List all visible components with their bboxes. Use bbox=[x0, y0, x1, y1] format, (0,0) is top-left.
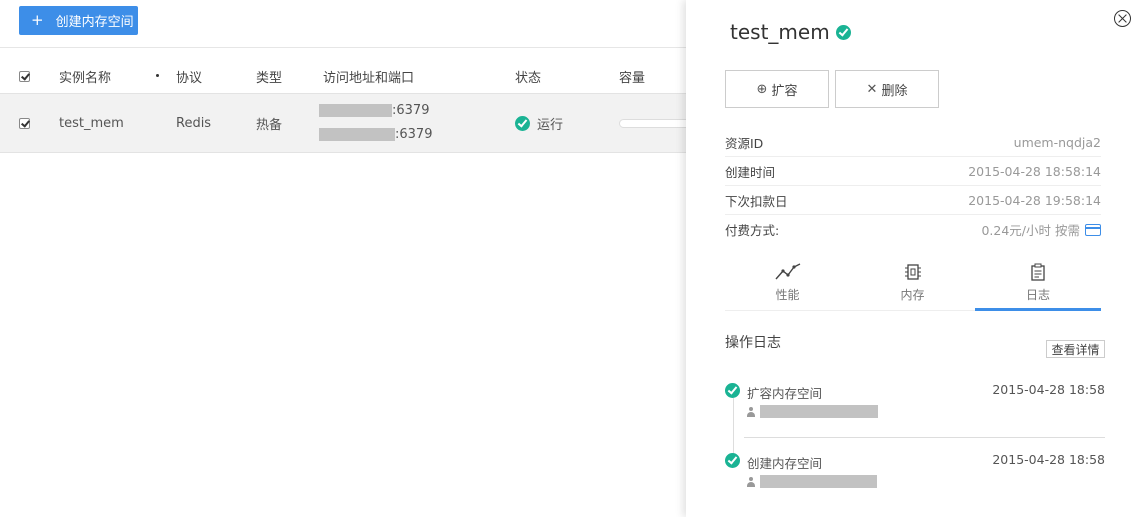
detail-panel: test_mem ⊕ 扩容 ✕ 删除 资源ID umem-nqdja2 创建时间… bbox=[686, 0, 1140, 517]
view-details-button[interactable]: 查看详情 bbox=[1046, 340, 1105, 358]
select-all-checkbox[interactable] bbox=[19, 60, 30, 93]
check-circle-icon bbox=[835, 24, 851, 40]
create-button-label: 创建内存空间 bbox=[55, 15, 134, 30]
col-protocol: 协议 bbox=[176, 71, 203, 86]
expand-button[interactable]: ⊕ 扩容 bbox=[725, 70, 829, 108]
col-address: 访问地址和端口 bbox=[323, 71, 415, 86]
info-key: 资源ID bbox=[725, 135, 764, 151]
create-memory-space-button[interactable]: + 创建内存空间 bbox=[19, 6, 138, 35]
instance-type: 热备 bbox=[256, 117, 283, 133]
log-divider bbox=[744, 437, 1105, 438]
log-item-time: 2015-04-28 18:58 bbox=[992, 452, 1105, 467]
credit-card-icon[interactable] bbox=[1085, 223, 1101, 236]
tab-memory[interactable]: 内存 bbox=[850, 258, 975, 311]
detail-tabs: 性能 内存 日志 bbox=[725, 258, 1101, 311]
info-key: 付费方式: bbox=[725, 223, 780, 238]
clipboard-icon bbox=[1031, 263, 1045, 281]
info-value: 2015-04-28 19:58:14 bbox=[968, 192, 1101, 208]
close-icon[interactable] bbox=[1114, 10, 1131, 27]
close-x-icon: ✕ bbox=[866, 81, 878, 97]
col-type: 类型 bbox=[256, 71, 283, 86]
tab-label: 日志 bbox=[1025, 288, 1050, 302]
col-status: 状态 bbox=[515, 71, 542, 86]
info-key: 创建时间 bbox=[725, 164, 776, 180]
expand-button-label: 扩容 bbox=[771, 83, 798, 99]
masked-user bbox=[760, 405, 878, 418]
info-value: umem-nqdja2 bbox=[1013, 134, 1101, 150]
tab-performance[interactable]: 性能 bbox=[725, 258, 850, 311]
info-billing: 付费方式: 0.24元/小时 按需 bbox=[725, 215, 1101, 244]
toolbar-divider bbox=[0, 47, 686, 48]
info-create-time: 创建时间 2015-04-28 18:58:14 bbox=[725, 157, 1101, 186]
log-item-time: 2015-04-28 18:58 bbox=[992, 382, 1105, 397]
col-name: 实例名称 bbox=[59, 71, 112, 86]
address-port-2: :6379 bbox=[395, 126, 433, 142]
address-port-1: :6379 bbox=[392, 102, 430, 118]
tab-log[interactable]: 日志 bbox=[975, 258, 1101, 311]
chip-icon bbox=[904, 264, 921, 280]
delete-button[interactable]: ✕ 删除 bbox=[835, 70, 939, 108]
log-item-name: 创建内存空间 bbox=[747, 456, 823, 471]
check-circle-icon bbox=[725, 453, 740, 468]
log-item-user bbox=[747, 405, 878, 418]
instance-list-area: + 创建内存空间 实例名称 协议 类型 访问地址和端口 状态 容量 test_m… bbox=[0, 0, 699, 517]
masked-user bbox=[760, 475, 877, 488]
panel-title: test_mem bbox=[730, 20, 851, 44]
check-circle-icon bbox=[725, 383, 740, 398]
info-next-charge: 下次扣款日 2015-04-28 19:58:14 bbox=[725, 186, 1101, 215]
info-value: 0.24元/小时 按需 bbox=[981, 223, 1080, 238]
instance-status: 运行 bbox=[515, 94, 563, 152]
log-item: 创建内存空间 2015-04-28 18:58 bbox=[725, 452, 1105, 493]
instance-protocol: Redis bbox=[176, 115, 212, 131]
table-header: 实例名称 协议 类型 访问地址和端口 状态 容量 bbox=[0, 60, 686, 93]
status-text: 运行 bbox=[537, 117, 564, 133]
instance-name[interactable]: test_mem bbox=[59, 94, 124, 152]
user-icon bbox=[747, 476, 755, 487]
log-item-user bbox=[747, 475, 877, 488]
plus-icon: + bbox=[31, 11, 44, 29]
line-chart-icon bbox=[774, 263, 800, 280]
info-value: 2015-04-28 18:58:14 bbox=[968, 163, 1101, 179]
plus-circle-icon: ⊕ bbox=[756, 81, 768, 97]
log-item-name: 扩容内存空间 bbox=[747, 386, 823, 401]
info-resource-id: 资源ID umem-nqdja2 bbox=[725, 128, 1101, 157]
delete-button-label: 删除 bbox=[881, 83, 908, 99]
panel-title-text: test_mem bbox=[730, 20, 830, 44]
log-title: 操作日志 bbox=[725, 335, 781, 351]
address-line-1: :6379 bbox=[319, 102, 429, 118]
tab-label: 性能 bbox=[775, 288, 800, 302]
masked-address bbox=[319, 103, 392, 117]
sort-indicator-icon[interactable] bbox=[156, 74, 159, 77]
check-circle-icon bbox=[515, 115, 530, 131]
info-value-wrap: 0.24元/小时 按需 bbox=[981, 220, 1101, 239]
user-icon bbox=[747, 406, 755, 417]
log-item: 扩容内存空间 2015-04-28 18:58 bbox=[725, 382, 1105, 423]
address-line-2: :6379 bbox=[319, 126, 432, 142]
masked-address bbox=[319, 127, 395, 141]
tab-label: 内存 bbox=[900, 288, 925, 302]
col-capacity: 容量 bbox=[619, 71, 646, 86]
info-key: 下次扣款日 bbox=[725, 193, 788, 209]
row-checkbox[interactable] bbox=[19, 94, 30, 152]
table-row[interactable]: test_mem Redis 热备 :6379 :6379 运行 bbox=[0, 93, 699, 153]
